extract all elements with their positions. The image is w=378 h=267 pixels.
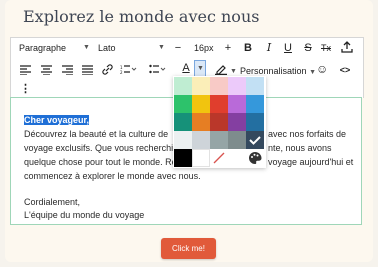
- text-color-dropdown-button[interactable]: ▼: [194, 60, 206, 77]
- page-title: Explorez le monde avec nous: [23, 7, 260, 26]
- editor-line: Cher voyageur,: [24, 114, 90, 126]
- upload-icon[interactable]: [340, 41, 354, 56]
- color-swatch[interactable]: [228, 95, 246, 113]
- color-swatch[interactable]: [246, 95, 264, 113]
- color-swatch[interactable]: [246, 77, 264, 95]
- color-swatch[interactable]: [192, 131, 210, 149]
- chevron-down-icon: ▼: [83, 44, 90, 51]
- color-swatch[interactable]: [246, 131, 264, 149]
- italic-button[interactable]: I: [263, 42, 275, 54]
- color-swatch[interactable]: [174, 77, 192, 95]
- clear-format-button[interactable]: Tx: [318, 42, 334, 54]
- color-swatch[interactable]: [210, 113, 228, 131]
- font-family-select[interactable]: Lato ▼: [98, 43, 168, 53]
- cta-button[interactable]: Click me!: [161, 238, 216, 259]
- increase-font-size-button[interactable]: +: [223, 42, 233, 54]
- editor-line: voyage exclusifs. Que vous recherchie: [24, 143, 179, 153]
- text-color-icon: A: [182, 62, 190, 74]
- selected-text: Cher voyageur,: [24, 115, 90, 125]
- palette-icon: [249, 152, 262, 164]
- no-color-icon: [213, 152, 225, 164]
- editor-line-tail: nte, nous avons: [268, 143, 332, 153]
- text-color-palette: [173, 76, 266, 168]
- color-swatch[interactable]: [228, 113, 246, 131]
- color-swatch[interactable]: [174, 95, 192, 113]
- chevron-down-icon: ▼: [158, 44, 165, 51]
- align-left-button[interactable]: [19, 65, 31, 78]
- decrease-font-size-button[interactable]: −: [173, 42, 183, 54]
- block-format-select[interactable]: Paragraphe ▼: [19, 43, 99, 53]
- color-swatch[interactable]: [210, 131, 228, 149]
- color-swatch[interactable]: [174, 113, 192, 131]
- align-justify-button[interactable]: [81, 65, 93, 78]
- chevron-down-icon[interactable]: ▼: [230, 68, 237, 75]
- editor-line-tail: voyage aujourd'hui et: [268, 157, 354, 167]
- editor-line: Cordialement,: [24, 197, 81, 207]
- bullet-list-icon[interactable]: [148, 64, 166, 78]
- color-swatch[interactable]: [228, 77, 246, 95]
- color-swatch[interactable]: [192, 113, 210, 131]
- color-swatch[interactable]: [192, 77, 210, 95]
- editor-line: L'équipe du monde du voyage: [24, 210, 145, 220]
- checkmark-icon: [249, 136, 261, 145]
- color-swatch[interactable]: [192, 149, 210, 167]
- strikethrough-button[interactable]: S: [302, 42, 314, 54]
- color-swatch[interactable]: [246, 113, 264, 131]
- editor-line: commencez à explorer le monde avec nous.: [24, 171, 201, 181]
- emoji-button[interactable]: ☺: [316, 63, 328, 75]
- editor-line-tail: avec nos forfaits de: [268, 129, 347, 139]
- editor-line: quelque chose pour tout le monde. Ré: [24, 157, 177, 167]
- more-options-button[interactable]: ⋮: [20, 83, 31, 95]
- font-family-value: Lato: [98, 43, 116, 53]
- color-swatch[interactable]: [210, 77, 228, 95]
- block-format-value: Paragraphe: [19, 43, 67, 53]
- custom-color-swatch[interactable]: [246, 149, 264, 167]
- underline-button[interactable]: U: [282, 42, 294, 54]
- bold-button[interactable]: B: [242, 42, 254, 54]
- editor-line: Découvrez la beauté et la culture de: [24, 129, 169, 139]
- personalize-label: Personnalisation: [240, 66, 307, 76]
- color-swatch[interactable]: [174, 131, 192, 149]
- link-icon[interactable]: [101, 64, 113, 78]
- align-center-button[interactable]: [40, 65, 52, 78]
- color-swatch[interactable]: [174, 149, 192, 167]
- color-swatch[interactable]: [192, 95, 210, 113]
- color-swatch[interactable]: [210, 95, 228, 113]
- align-right-button[interactable]: [61, 65, 73, 78]
- chevron-down-icon: ▼: [197, 65, 204, 72]
- color-swatch[interactable]: [228, 131, 246, 149]
- remove-color-swatch[interactable]: [210, 149, 228, 167]
- numbered-list-icon[interactable]: 12: [119, 64, 137, 78]
- svg-text:2: 2: [120, 70, 123, 75]
- text-color-button[interactable]: A: [179, 62, 193, 74]
- personalize-select[interactable]: Personnalisation ▼: [240, 66, 316, 76]
- code-view-button[interactable]: <>: [338, 64, 352, 76]
- font-size-input[interactable]: 16px: [194, 43, 214, 53]
- chevron-down-icon: ▼: [309, 69, 316, 76]
